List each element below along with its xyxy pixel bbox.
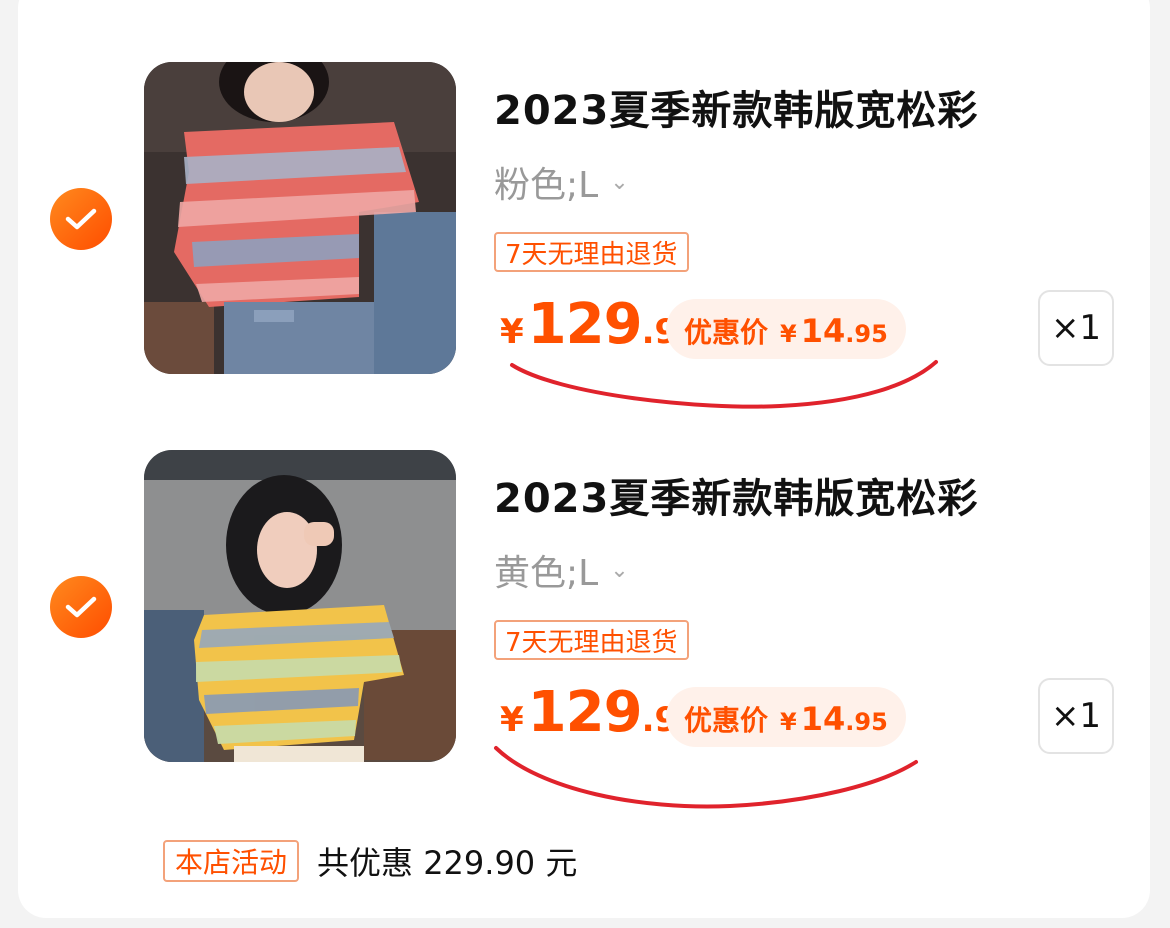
quantity-button[interactable]: ×1	[1038, 290, 1114, 366]
price: ¥ 129 .9	[500, 292, 678, 357]
currency-symbol: ¥	[500, 312, 524, 352]
promo-label: 优惠价	[684, 316, 769, 349]
product-title[interactable]: 2023夏季新款韩版宽松彩	[494, 78, 978, 136]
store-activity-tag[interactable]: 本店活动	[163, 840, 300, 882]
promo-price-badge: 优惠价 ¥ 14 .95	[666, 299, 906, 359]
product-title[interactable]: 2023夏季新款韩版宽松彩	[494, 466, 978, 524]
price: ¥ 129 .9	[500, 680, 678, 745]
item-checkbox[interactable]	[50, 576, 112, 638]
variant-label: 黄色;L	[494, 553, 599, 594]
variant-selector[interactable]: 黄色;L ⌄	[494, 544, 629, 596]
promo-decimal: .95	[845, 320, 888, 348]
total-discount-text: 共优惠 229.90 元	[317, 844, 578, 882]
product-image[interactable]	[144, 62, 456, 374]
chevron-down-icon: ⌄	[610, 557, 629, 583]
return-policy-tag: 7天无理由退货	[494, 232, 689, 272]
item-checkbox[interactable]	[50, 188, 112, 250]
promo-label: 优惠价	[684, 704, 769, 737]
price-integer: 129	[527, 680, 643, 745]
cart-item: 2023夏季新款韩版宽松彩 黄色;L ⌄ 7天无理由退货 ¥ 129 .9 优惠…	[0, 450, 1170, 780]
cart-item: 2023夏季新款韩版宽松彩 粉色;L ⌄ 7天无理由退货 ¥ 129 .9 优惠…	[0, 62, 1170, 392]
chevron-down-icon: ⌄	[610, 169, 629, 195]
promo-currency: ¥	[780, 708, 797, 736]
variant-selector[interactable]: 粉色;L ⌄	[494, 156, 629, 208]
quantity-button[interactable]: ×1	[1038, 678, 1114, 754]
variant-label: 粉色;L	[494, 165, 599, 206]
store-promotion-bar: 本店活动 共优惠 229.90 元	[163, 838, 577, 884]
currency-symbol: ¥	[500, 700, 524, 740]
price-integer: 129	[527, 292, 643, 357]
return-policy-tag: 7天无理由退货	[494, 620, 689, 660]
promo-integer: 14	[800, 700, 846, 738]
promo-decimal: .95	[845, 708, 888, 736]
product-image[interactable]	[144, 450, 456, 762]
promo-integer: 14	[800, 312, 846, 350]
promo-currency: ¥	[780, 320, 797, 348]
checkmark-icon	[65, 596, 97, 618]
checkmark-icon	[65, 208, 97, 230]
promo-price-badge: 优惠价 ¥ 14 .95	[666, 687, 906, 747]
